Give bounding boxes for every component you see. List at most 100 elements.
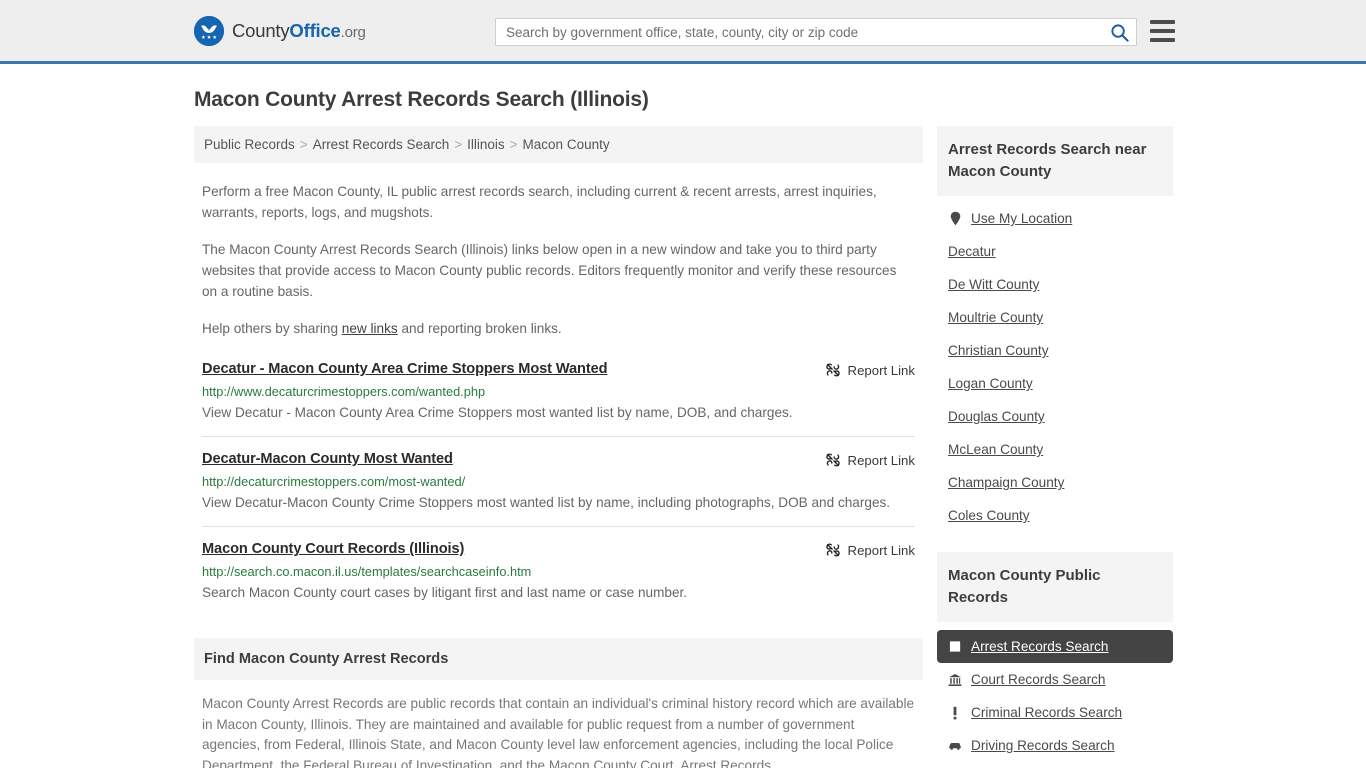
sidebar-public-list: Arrest Records Search Court Records Sear… [937,622,1173,762]
result-header: Decatur-Macon County Most Wanted Report [202,451,915,468]
intro-paragraph-3: Help others by sharing new links and rep… [202,318,915,339]
new-links-link[interactable]: new links [342,321,398,336]
sidebar-item-de-witt-county[interactable]: De Witt County [937,268,1173,301]
sidebar-item-label: McLean County [948,442,1044,457]
intro-p3-after: and reporting broken links. [397,321,562,336]
sidebar-item-label: Logan County [948,376,1033,391]
content-container: Macon County Arrest Records Search (Illi… [194,88,1174,768]
intro-paragraph-1: Perform a free Macon County, IL public a… [202,184,877,220]
page-title: Macon County Arrest Records Search (Illi… [194,88,649,111]
sidebar-item-label: Criminal Records Search [971,705,1123,720]
breadcrumb-item-public-records[interactable]: Public Records [204,137,295,152]
broken-link-icon [825,453,840,467]
sidebar-item-coles-county[interactable]: Coles County [937,499,1173,532]
sidebar-item-douglas-county[interactable]: Douglas County [937,400,1173,433]
hamburger-bar [1150,29,1175,33]
result-title-link[interactable]: Decatur-Macon County Most Wanted [202,451,453,467]
report-link-label: Report Link [847,362,915,378]
intro-section: Perform a free Macon County, IL public a… [194,181,923,339]
sidebar-item-criminal-records-search[interactable]: Criminal Records Search [937,696,1173,729]
sidebar-public-heading: Macon County Public Records [937,552,1173,622]
result-header: Decatur - Macon County Area Crime Stoppe… [202,361,915,378]
brand-part-org: .org [340,23,366,41]
sidebar-item-label: Decatur [948,244,996,259]
site-logo-link[interactable]: CountyOffice.org [194,15,366,46]
broken-link-icon [825,363,840,377]
report-link-label: Report Link [847,452,915,468]
map-pin-icon [948,211,962,226]
sidebar-item-label: Moultrie County [948,310,1044,325]
breadcrumb-separator: > [454,137,463,152]
sidebar-item-label: Douglas County [948,409,1045,424]
sidebar-item-court-records-search[interactable]: Court Records Search [937,663,1173,696]
breadcrumb: Public Records > Arrest Records Search > Ill… [194,126,923,163]
result-url[interactable]: http://www.decaturcrimestoppers.com/want… [202,384,915,399]
handcuffs-icon [948,639,962,654]
eagle-stars-logo-icon [194,15,224,46]
site-header: CountyOffice.org [0,0,1366,64]
breadcrumb-item-illinois[interactable]: Illinois [467,137,505,152]
search-bar[interactable] [495,18,1137,46]
sidebar-item-use-my-location[interactable]: Use My Location [937,202,1173,235]
search-button[interactable] [1102,19,1136,45]
two-column-layout: Public Records > Arrest Records Search > Ill… [194,126,1174,768]
result-title-link[interactable]: Macon County Court Records (Illinois) [202,541,464,557]
find-records-paragraph: Macon County Arrest Records are public r… [202,696,915,768]
report-link-button[interactable]: Report Link [825,362,915,378]
result-header: Macon County Court Records (Illinois) Re [202,541,915,558]
brand-part-office: Office [289,19,341,41]
sidebar-item-champaign-county[interactable]: Champaign County [937,466,1173,499]
sidebar-item-arrest-records-search[interactable]: Arrest Records Search [937,630,1173,663]
sidebar-near-list: Use My Location Decatur De Witt County M… [937,196,1173,532]
sidebar-item-label: Driving Records Search [971,738,1115,753]
sidebar-item-christian-county[interactable]: Christian County [937,334,1173,367]
search-input[interactable] [496,19,1102,45]
report-link-button[interactable]: Report Link [825,542,915,558]
sidebar-item-logan-county[interactable]: Logan County [937,367,1173,400]
find-records-section: Find Macon County Arrest Records Macon C… [194,638,923,768]
sidebar-item-label: Use My Location [971,211,1073,226]
find-records-heading: Find Macon County Arrest Records [194,638,923,680]
sidebar-item-mclean-county[interactable]: McLean County [937,433,1173,466]
site-logo-text: CountyOffice.org [232,20,366,42]
sidebar-public-records-block: Macon County Public Records Arrest Recor… [937,552,1173,762]
result-url[interactable]: http://decaturcrimestoppers.com/most-wan… [202,474,915,489]
breadcrumb-separator: > [509,137,518,152]
search-icon [1110,23,1129,42]
sidebar-item-label: De Witt County [948,277,1040,292]
breadcrumb-separator: > [299,137,308,152]
courthouse-icon [948,672,962,687]
sidebar-item-label: Coles County [948,508,1030,523]
page-body: Macon County Arrest Records Search (Illi… [0,88,1366,768]
sidebar-item-label: Arrest Records Search [971,639,1109,654]
result-description: Search Macon County court cases by litig… [202,585,688,600]
main-column: Public Records > Arrest Records Search > Ill… [194,126,923,768]
sidebar-item-moultrie-county[interactable]: Moultrie County [937,301,1173,334]
intro-paragraph-2: The Macon County Arrest Records Search (… [202,242,897,299]
sidebar-item-label: Champaign County [948,475,1065,490]
report-link-button[interactable]: Report Link [825,452,915,468]
result-item: Decatur-Macon County Most Wanted Report [202,451,915,527]
sidebar-item-decatur[interactable]: Decatur [937,235,1173,268]
exclamation-icon [948,705,962,720]
breadcrumb-item-macon-county: Macon County [522,137,610,152]
car-icon [948,738,962,753]
result-title-link[interactable]: Decatur - Macon County Area Crime Stoppe… [202,361,608,377]
result-url[interactable]: http://search.co.macon.il.us/templates/s… [202,564,915,579]
hamburger-bar [1150,38,1175,42]
breadcrumb-item-arrest-records-search[interactable]: Arrest Records Search [313,137,450,152]
sidebar: Arrest Records Search near Macon County … [937,126,1173,768]
sidebar-item-label: Christian County [948,343,1049,358]
brand-part-county: County [232,19,290,41]
broken-link-icon [825,543,840,557]
hamburger-bar [1150,20,1175,24]
report-link-label: Report Link [847,542,915,558]
sidebar-item-label: Court Records Search [971,672,1106,687]
sidebar-item-driving-records-search[interactable]: Driving Records Search [937,729,1173,762]
results-list: Decatur - Macon County Area Crime Stoppe… [194,361,923,616]
result-item: Macon County Court Records (Illinois) Re [202,541,915,616]
find-records-body: Macon County Arrest Records are public r… [194,680,923,768]
hamburger-menu-icon[interactable] [1150,20,1175,42]
intro-p3-before: Help others by sharing [202,321,342,336]
result-description: View Decatur-Macon County Crime Stoppers… [202,495,891,510]
